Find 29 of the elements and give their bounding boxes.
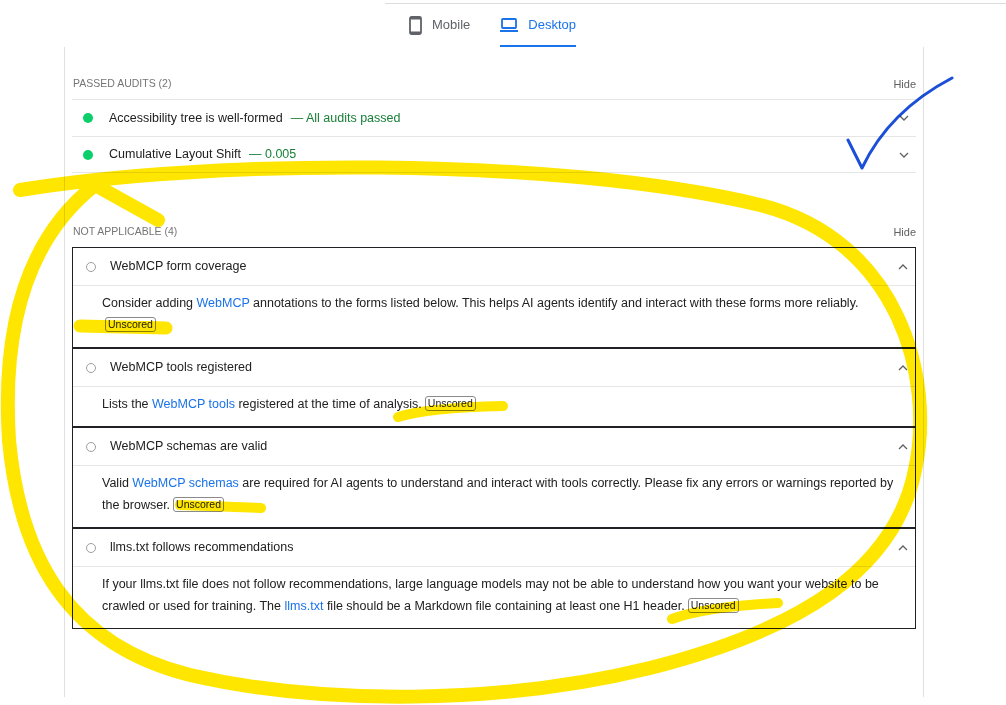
description-link[interactable]: llms.txt bbox=[284, 599, 324, 613]
section-heading: NOT APPLICABLE (4) bbox=[72, 224, 178, 240]
hide-toggle[interactable]: Hide bbox=[893, 75, 916, 93]
audit-description: Consider adding WebMCP annotations to the forms listed below. This helps AI agents identify and interact with these forms more reliably. Unscored bbox=[73, 285, 915, 347]
audit-title: WebMCP form coverage bbox=[110, 258, 247, 276]
chevron-up-icon[interactable] bbox=[898, 544, 908, 551]
audit-title: llms.txt follows recommendations bbox=[110, 539, 294, 557]
device-tab[interactable]: Desktop bbox=[500, 7, 576, 47]
audit-title: Accessibility tree is well-formed bbox=[109, 109, 283, 127]
unscored-badge: Unscored bbox=[173, 497, 225, 512]
description-link[interactable]: WebMCP bbox=[196, 296, 250, 310]
audit-display-value: — 0.005 bbox=[249, 146, 297, 164]
chevron-up-icon[interactable] bbox=[898, 364, 908, 371]
audit-title: Cumulative Layout Shift bbox=[109, 146, 241, 164]
audit-description: Valid WebMCP schemas are required for AI agents to understand and interact with tools correctly. Please fix any errors or warnings reported by the browser. Unscored bbox=[73, 465, 915, 527]
audit-title: WebMCP tools registered bbox=[110, 359, 252, 377]
device-tab[interactable]: Mobile bbox=[409, 7, 471, 47]
audit-display-value: — All audits passed bbox=[290, 109, 401, 127]
section-heading: PASSED AUDITS (2) bbox=[72, 76, 172, 92]
chevron-up-icon[interactable] bbox=[898, 263, 908, 270]
laptop-icon bbox=[500, 18, 519, 32]
chevron-down-icon[interactable] bbox=[899, 151, 909, 158]
phone-icon bbox=[409, 15, 422, 35]
description-link[interactable]: WebMCP schemas bbox=[132, 476, 239, 490]
hide-toggle[interactable]: Hide bbox=[893, 223, 916, 241]
chevron-down-icon[interactable] bbox=[899, 115, 909, 121]
chevron-up-icon[interactable] bbox=[898, 443, 908, 450]
description-link[interactable]: WebMCP tools bbox=[152, 397, 235, 411]
audit-title: WebMCP schemas are valid bbox=[110, 438, 268, 456]
